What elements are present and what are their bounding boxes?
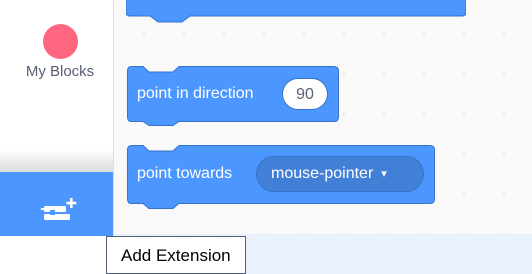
partial-block[interactable] (126, 0, 466, 24)
point-in-direction-block[interactable]: point in direction 90 (127, 66, 339, 126)
category-scroll-shadow (0, 150, 113, 172)
block-label: point in direction (137, 85, 254, 102)
category-my-blocks[interactable]: My Blocks (0, 18, 113, 88)
category-menu: My Blocks (0, 0, 114, 274)
category-label: My Blocks (25, 63, 95, 80)
add-extension-tooltip: Add Extension (106, 236, 246, 274)
dropdown-caret-icon: ▾ (381, 168, 387, 180)
point-towards-block[interactable]: point towards mouse-pointer ▾ (127, 145, 435, 213)
add-extension-icon (41, 198, 77, 220)
add-extension-button[interactable] (0, 172, 113, 236)
block-label: point towards (137, 165, 233, 182)
towards-dropdown-value: mouse-pointer (271, 165, 374, 182)
towards-dropdown[interactable]: mouse-pointer ▾ (256, 156, 424, 192)
category-color-dot (43, 24, 78, 59)
direction-input[interactable]: 90 (282, 78, 328, 110)
scripts-workspace[interactable]: point in direction 90 point towards mous… (114, 0, 532, 234)
scratch-editor: My Blocks point in direction 90 point to… (0, 0, 532, 274)
